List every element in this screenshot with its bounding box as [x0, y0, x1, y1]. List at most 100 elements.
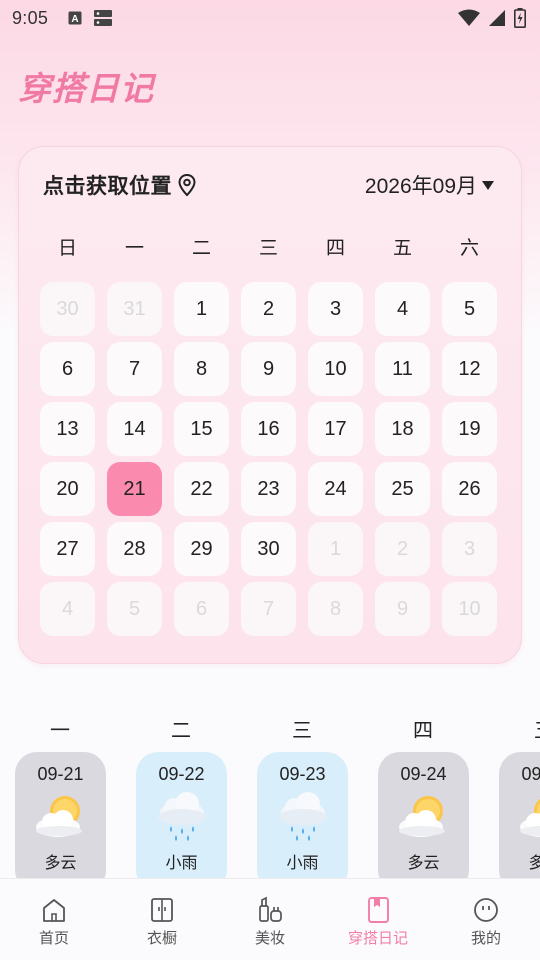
weekday-label: 四	[325, 237, 345, 259]
get-location-button[interactable]: 点击获取位置	[43, 170, 198, 200]
cellular-signal-icon	[489, 10, 505, 26]
calendar-day[interactable]: 20	[40, 462, 95, 516]
page-title: 穿搭日记	[18, 69, 154, 108]
forecast-weekday-label: 五	[499, 714, 540, 743]
calendar-days-grid: 30 31 1 2 3 4 5 6 7 8 9 10 11 12 13 14 15 16 17 18 19 20 21 22 2…	[40, 282, 506, 636]
battery-icon	[514, 8, 526, 28]
nav-item-wardrobe[interactable]: 衣橱	[108, 879, 216, 960]
nav-item-makeup[interactable]: 美妆	[216, 879, 324, 960]
calendar-day[interactable]: 19	[442, 402, 497, 456]
calendar-day[interactable]: 29	[174, 522, 229, 576]
forecast-weekday-label: 四	[413, 718, 433, 742]
nav-item-diary[interactable]: 穿搭日记	[324, 879, 432, 960]
weekday-label: 日	[57, 237, 77, 259]
calendar-day-outside-month[interactable]: 7	[241, 582, 296, 636]
weather-day-card[interactable]: 09-24 多云	[378, 752, 469, 882]
calendar-day[interactable]: 15	[174, 402, 229, 456]
calendar-header: 点击获取位置 2026年09月	[43, 169, 495, 201]
calendar-day[interactable]: 7	[107, 342, 162, 396]
light-rain-icon	[273, 791, 333, 843]
wifi-icon	[458, 9, 480, 26]
profile-icon	[471, 895, 501, 925]
calendar-day-outside-month[interactable]: 8	[308, 582, 363, 636]
keyboard-notification-icon: A	[68, 11, 82, 25]
calendar-day[interactable]: 14	[107, 402, 162, 456]
weather-forecast-strip[interactable]: 09-21 多云 09-22 小雨 09-23 小雨 09-24 多云 09-25 多云	[0, 752, 540, 882]
svg-text:A: A	[72, 14, 79, 25]
weather-description: 多云	[44, 853, 77, 872]
weekday-label: 二	[191, 237, 211, 259]
location-pin-icon	[178, 173, 196, 197]
calendar-day-outside-month[interactable]: 3	[442, 522, 497, 576]
nav-item-home[interactable]: 首页	[0, 879, 108, 960]
dropdown-triangle-icon	[482, 181, 494, 190]
forecast-weekday-labels: 一二三四五	[0, 714, 540, 744]
weekday-label: 五	[392, 237, 412, 259]
nav-label: 衣橱	[146, 929, 177, 947]
calendar-day[interactable]: 6	[40, 342, 95, 396]
calendar-day[interactable]: 11	[375, 342, 430, 396]
nav-label: 首页	[38, 929, 69, 947]
weekday-label: 六	[459, 237, 479, 259]
calendar-day[interactable]: 3	[308, 282, 363, 336]
location-label: 点击获取位置	[43, 174, 172, 198]
calendar-day[interactable]: 13	[40, 402, 95, 456]
wardrobe-icon	[147, 895, 177, 925]
calendar-day[interactable]: 25	[375, 462, 430, 516]
nav-label: 美妆	[254, 929, 285, 947]
calendar-day[interactable]: 22	[174, 462, 229, 516]
calendar-day[interactable]: 16	[241, 402, 296, 456]
calendar-day-outside-month[interactable]: 4	[40, 582, 95, 636]
weather-day-card[interactable]: 09-22 小雨	[136, 752, 227, 882]
weather-date: 09-22	[158, 764, 205, 784]
bottom-navigation: 首页 衣橱 美妆 穿搭日记 我的	[0, 878, 540, 960]
calendar-day[interactable]: 24	[308, 462, 363, 516]
weather-description: 小雨	[165, 853, 198, 872]
month-picker[interactable]: 2026年09月	[365, 170, 495, 200]
calendar-day[interactable]: 28	[107, 522, 162, 576]
nav-label: 我的	[470, 929, 501, 947]
weather-description: 多云	[407, 853, 440, 872]
partly-cloudy-icon	[31, 791, 91, 843]
makeup-icon	[255, 895, 285, 925]
nav-item-profile[interactable]: 我的	[432, 879, 540, 960]
calendar-day-outside-month[interactable]: 10	[442, 582, 497, 636]
calendar-day-outside-month[interactable]: 1	[308, 522, 363, 576]
weather-date: 09-24	[400, 764, 447, 784]
calendar-day[interactable]: 2	[241, 282, 296, 336]
calendar-card: 点击获取位置 2026年09月 日一二三四五六 30 31 1 2 3 4 5 6 7 8 9 10 1…	[18, 146, 522, 664]
calendar-day[interactable]: 27	[40, 522, 95, 576]
calendar-day-selected[interactable]: 21	[107, 462, 162, 516]
partly-cloudy-icon	[394, 791, 454, 843]
calendar-day[interactable]: 4	[375, 282, 430, 336]
calendar-day[interactable]: 5	[442, 282, 497, 336]
calendar-day[interactable]: 26	[442, 462, 497, 516]
weather-date: 09-25	[521, 764, 540, 784]
calendar-day-outside-month[interactable]: 2	[375, 522, 430, 576]
weather-day-card[interactable]: 09-21 多云	[15, 752, 106, 882]
calendar-day[interactable]: 12	[442, 342, 497, 396]
calendar-day[interactable]: 8	[174, 342, 229, 396]
calendar-day[interactable]: 18	[375, 402, 430, 456]
calendar-day-outside-month[interactable]: 31	[107, 282, 162, 336]
calendar-day[interactable]: 10	[308, 342, 363, 396]
calendar-day-outside-month[interactable]: 5	[107, 582, 162, 636]
status-time: 9:05	[12, 7, 49, 28]
forecast-weekday-label: 一	[50, 718, 70, 742]
light-rain-icon	[152, 791, 212, 843]
weekday-header-row: 日一二三四五六	[40, 233, 506, 260]
calendar-day[interactable]: 1	[174, 282, 229, 336]
calendar-day[interactable]: 17	[308, 402, 363, 456]
nav-label: 穿搭日记	[347, 929, 408, 947]
forecast-weekday-label: 三	[292, 718, 312, 742]
diary-icon	[363, 895, 393, 925]
calendar-day[interactable]: 23	[241, 462, 296, 516]
weather-day-card[interactable]: 09-23 小雨	[257, 752, 348, 882]
weather-day-card[interactable]: 09-25 多云	[499, 752, 540, 882]
calendar-day-outside-month[interactable]: 6	[174, 582, 229, 636]
calendar-day[interactable]: 9	[241, 342, 296, 396]
calendar-day-outside-month[interactable]: 9	[375, 582, 430, 636]
calendar-day[interactable]: 30	[241, 522, 296, 576]
weather-date: 09-21	[37, 764, 84, 784]
calendar-day-outside-month[interactable]: 30	[40, 282, 95, 336]
